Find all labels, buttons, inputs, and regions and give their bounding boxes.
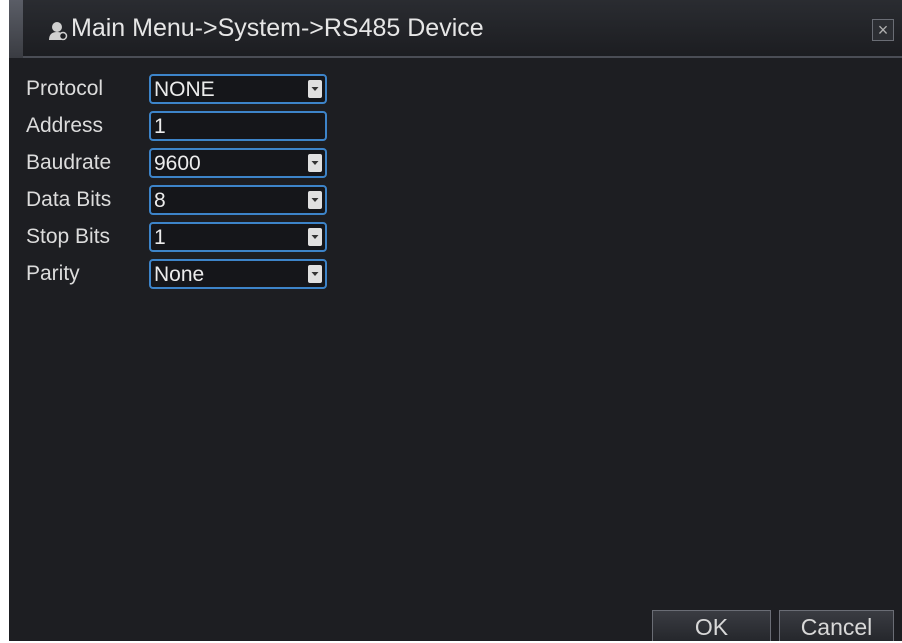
title-bar: Main Menu->System->RS485 Device × <box>9 0 902 58</box>
address-input[interactable]: 1 <box>149 111 327 141</box>
chevron-down-icon[interactable] <box>308 80 322 98</box>
protocol-row: Protocol NONE <box>9 74 902 108</box>
parity-value: None <box>154 263 205 286</box>
page-title: Main Menu->System->RS485 Device <box>71 14 484 42</box>
stop-bits-row: Stop Bits 1 <box>9 222 902 256</box>
data-bits-select[interactable]: 8 <box>149 185 327 215</box>
baudrate-label: Baudrate <box>26 151 112 174</box>
parity-row: Parity None <box>9 259 902 293</box>
chevron-down-icon[interactable] <box>308 191 322 209</box>
address-row: Address 1 <box>9 111 902 145</box>
protocol-select[interactable]: NONE <box>149 74 327 104</box>
parity-select[interactable]: None <box>149 259 327 289</box>
baudrate-row: Baudrate 9600 <box>9 148 902 182</box>
ok-button[interactable]: OK <box>652 610 771 641</box>
address-value: 1 <box>154 115 166 138</box>
cancel-button[interactable]: Cancel <box>779 610 894 641</box>
data-bits-row: Data Bits 8 <box>9 185 902 219</box>
parity-label: Parity <box>26 262 80 285</box>
close-icon: × <box>877 20 889 40</box>
stop-bits-label: Stop Bits <box>26 225 111 248</box>
data-bits-label: Data Bits <box>26 188 112 211</box>
rs485-device-dialog: Main Menu->System->RS485 Device × Protoc… <box>9 0 902 641</box>
settings-panel: Protocol NONE Address 1 Baudrate 9600 Da… <box>9 58 902 641</box>
address-label: Address <box>26 114 104 137</box>
protocol-label: Protocol <box>26 77 104 100</box>
title-bar-edge <box>9 0 23 58</box>
chevron-down-icon[interactable] <box>308 265 322 283</box>
stop-bits-value: 1 <box>154 226 166 249</box>
baudrate-select[interactable]: 9600 <box>149 148 327 178</box>
chevron-down-icon[interactable] <box>308 228 322 246</box>
baudrate-value: 9600 <box>154 152 201 175</box>
stop-bits-select[interactable]: 1 <box>149 222 327 252</box>
close-button[interactable]: × <box>872 19 894 41</box>
data-bits-value: 8 <box>154 189 166 212</box>
protocol-value: NONE <box>154 78 215 101</box>
user-settings-icon <box>48 20 68 42</box>
chevron-down-icon[interactable] <box>308 154 322 172</box>
